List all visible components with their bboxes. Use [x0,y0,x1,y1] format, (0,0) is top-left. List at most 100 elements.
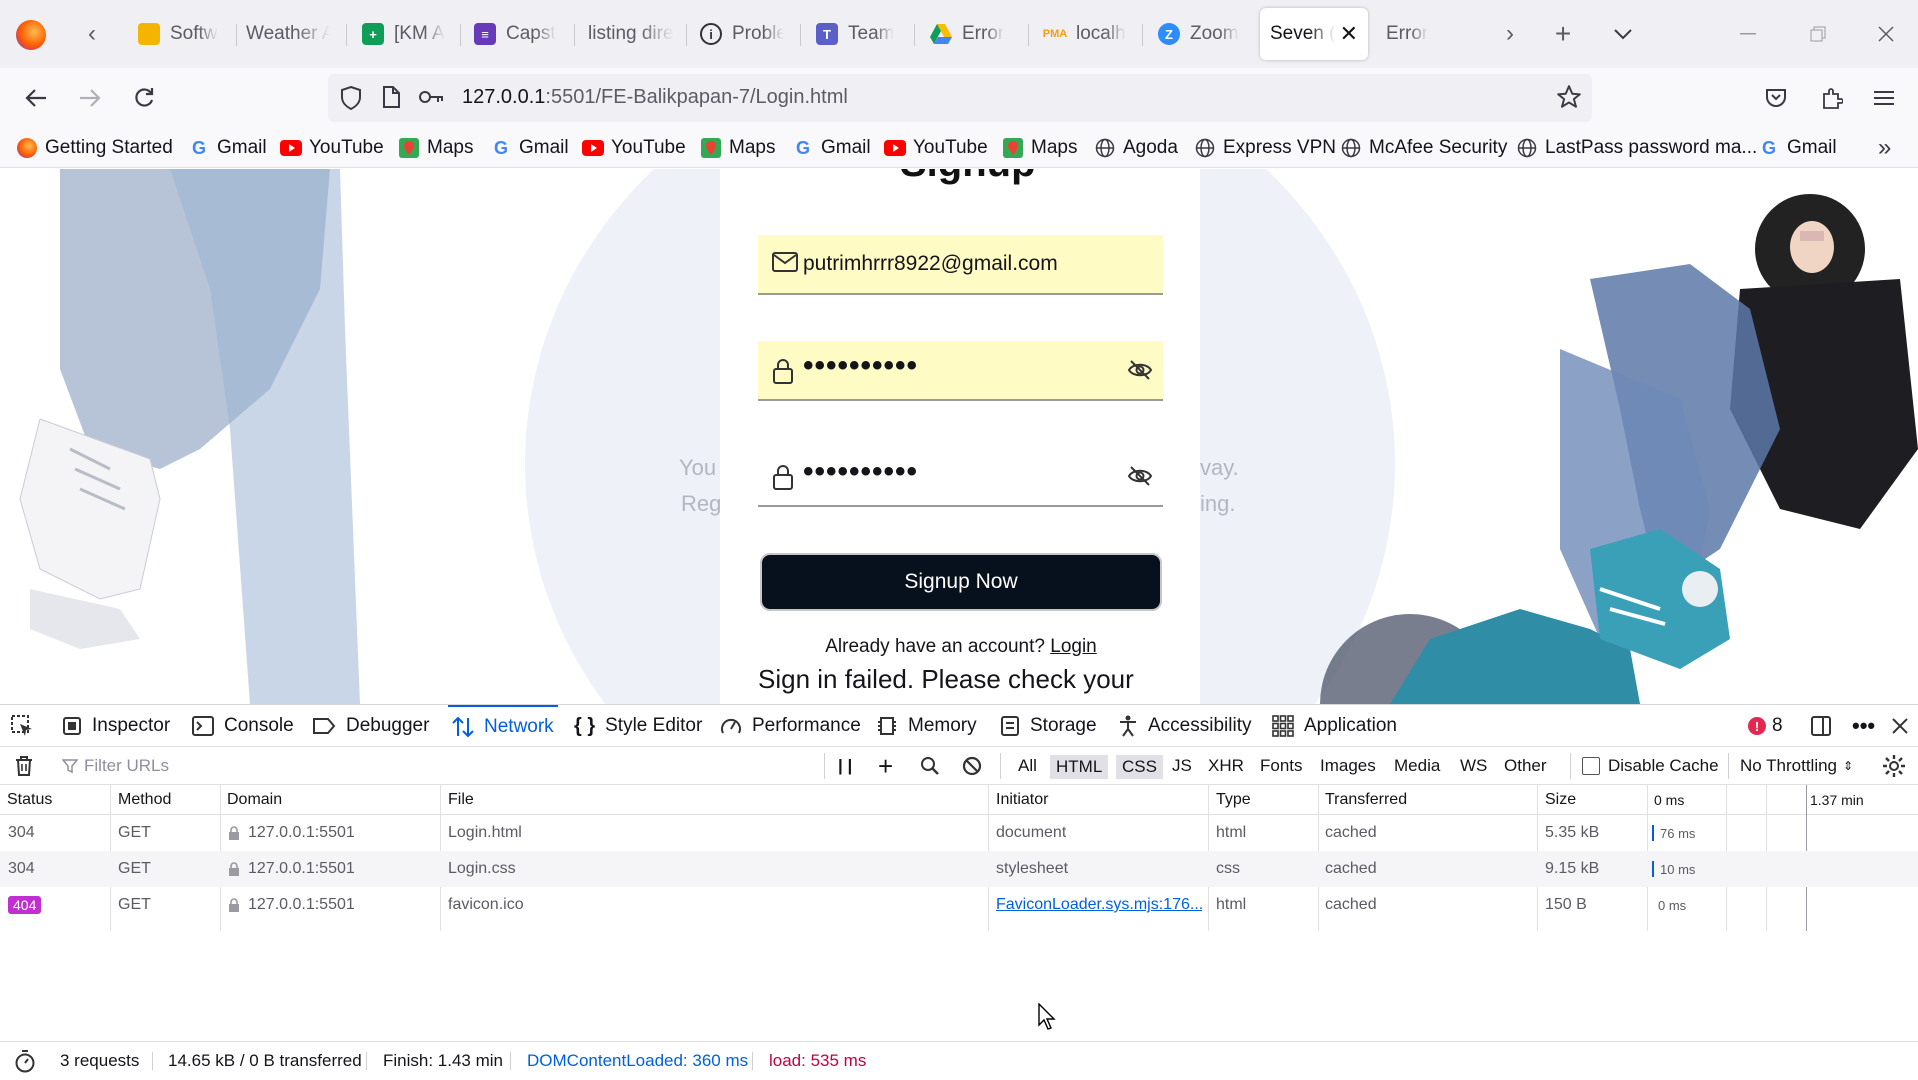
dock-icon[interactable] [1810,705,1832,747]
list-tabs-icon[interactable] [1603,14,1643,54]
bookmark-youtube[interactable]: YouTube [280,135,384,161]
tab-application[interactable]: Application [1272,705,1397,747]
filter-images[interactable]: Images [1320,747,1376,785]
row-initiator[interactable]: FaviconLoader.sys.mjs:176... [996,887,1202,923]
forward-icon[interactable] [68,76,112,120]
tab-4[interactable]: listing dire [578,8,688,60]
tab-inspector[interactable]: Inspector [62,705,170,747]
restore-icon[interactable] [1798,14,1838,54]
col-status[interactable]: Status [7,785,52,815]
filter-js[interactable]: JS [1172,747,1192,785]
filter-all[interactable]: All [1018,747,1037,785]
tab-network[interactable]: Network [448,705,558,747]
bookmark-star-icon[interactable] [1556,84,1582,110]
settings-gear-icon[interactable] [1882,747,1906,785]
col-initiator[interactable]: Initiator [996,785,1048,815]
filter-xhr[interactable]: XHR [1208,747,1244,785]
more-bookmarks-icon[interactable]: » [1878,134,1891,161]
extensions-icon[interactable] [1810,76,1854,120]
error-count[interactable]: ! 8 [1748,705,1783,747]
url-text[interactable]: 127.0.0.1:5501/FE-Balikpapan-7/Login.htm… [462,86,848,109]
col-size[interactable]: Size [1545,785,1576,815]
tab-console[interactable]: Console [192,705,294,747]
tab-storage[interactable]: Storage [1000,705,1097,747]
table-row[interactable]: 304 GET 127.0.0.1:5501 Login.css stylesh… [0,851,1918,887]
shield-icon[interactable] [340,86,362,110]
page-icon[interactable] [382,86,400,108]
reload-icon[interactable] [122,76,166,120]
filter-html[interactable]: HTML [1050,755,1109,779]
add-icon[interactable]: + [878,747,893,785]
password-field[interactable]: •••••••••• [758,341,1163,401]
trash-icon[interactable] [14,747,34,785]
filter-css[interactable]: CSS [1116,755,1163,779]
tab-0[interactable]: Softw [128,8,240,60]
bookmark-express-vpn[interactable]: Express VPN [1194,135,1336,161]
eye-off-icon[interactable] [1127,465,1153,487]
col-transferred[interactable]: Transferred [1325,785,1407,815]
tab-1[interactable]: Weather A [236,8,340,60]
tab-memory[interactable]: Memory [876,705,977,747]
bookmark-agoda[interactable]: Agoda [1094,135,1178,161]
pause-icon[interactable]: | | [838,747,852,785]
initiator-link[interactable]: FaviconLoader.sys.mjs:176... [996,896,1202,914]
bookmark-gmail[interactable]: G Gmail [1758,135,1837,161]
close-tab-icon[interactable]: ✕ [1340,21,1358,47]
menu-icon[interactable] [1862,76,1906,120]
tab-7[interactable]: Error [920,8,1024,60]
signup-button[interactable]: Signup Now [760,553,1162,611]
minimize-icon[interactable] [1728,14,1768,54]
tab-scroll-right-icon[interactable]: › [1490,14,1530,54]
new-tab-icon[interactable]: + [1543,14,1583,54]
filter-urls-input[interactable]: Filter URLs [62,747,169,785]
tab-2[interactable]: + [KM A [352,8,456,60]
col-type[interactable]: Type [1216,785,1251,815]
bookmark-gmail[interactable]: G Gmail [490,135,569,161]
table-row[interactable]: 304 GET 127.0.0.1:5501 Login.html docume… [0,815,1918,851]
pocket-icon[interactable] [1754,76,1798,120]
tab-active[interactable]: Seven ( ✕ [1260,8,1368,60]
bookmark-maps[interactable]: Maps [1002,135,1077,161]
tab-11[interactable]: Error [1376,8,1480,60]
url-bar[interactable]: 127.0.0.1:5501/FE-Balikpapan-7/Login.htm… [328,74,1592,122]
bookmark-mcafee[interactable]: McAfee Security [1340,135,1507,161]
filter-media[interactable]: Media [1394,747,1440,785]
tab-6[interactable]: T Team [806,8,910,60]
throttling-select[interactable]: No Throttling ⇕ [1740,747,1853,785]
filter-other[interactable]: Other [1504,747,1547,785]
bookmark-getting-started[interactable]: Getting Started [16,135,173,161]
email-field[interactable]: putrimhrrr8922@gmail.com [758,235,1163,295]
bookmark-youtube[interactable]: YouTube [582,135,686,161]
tab-9[interactable]: Z Zoom [1148,8,1252,60]
bookmark-gmail[interactable]: G Gmail [792,135,871,161]
table-row[interactable]: 404 GET 127.0.0.1:5501 favicon.ico Favic… [0,887,1918,923]
key-icon[interactable] [418,87,444,107]
col-domain[interactable]: Domain [227,785,282,815]
eye-off-icon[interactable] [1127,359,1153,381]
col-method[interactable]: Method [118,785,171,815]
close-devtools-icon[interactable] [1892,705,1908,747]
bookmark-maps[interactable]: Maps [700,135,775,161]
element-picker-icon[interactable] [10,705,34,747]
disable-cache-checkbox[interactable]: Disable Cache [1582,747,1719,785]
tab-5[interactable]: i Proble [690,8,794,60]
filter-fonts[interactable]: Fonts [1260,747,1303,785]
close-window-icon[interactable] [1866,14,1906,54]
tab-8[interactable]: PMA localh [1034,8,1138,60]
tab-style-editor[interactable]: { } Style Editor [574,705,702,747]
firefox-icon[interactable] [16,20,46,50]
login-link[interactable]: Login [1050,636,1097,657]
bookmark-lastpass[interactable]: LastPass password ma... [1516,135,1757,161]
filter-ws[interactable]: WS [1460,747,1487,785]
tab-scroll-left-icon[interactable]: ‹ [72,14,112,54]
tab-debugger[interactable]: Debugger [312,705,429,747]
bookmark-youtube[interactable]: YouTube [884,135,988,161]
search-icon[interactable] [920,747,940,785]
col-file[interactable]: File [448,785,474,815]
more-options-icon[interactable]: ••• [1852,705,1875,747]
tab-performance[interactable]: Performance [720,705,861,747]
bookmark-gmail[interactable]: G Gmail [188,135,267,161]
back-icon[interactable] [14,76,58,120]
bookmark-maps[interactable]: Maps [398,135,473,161]
block-icon[interactable] [962,747,982,785]
